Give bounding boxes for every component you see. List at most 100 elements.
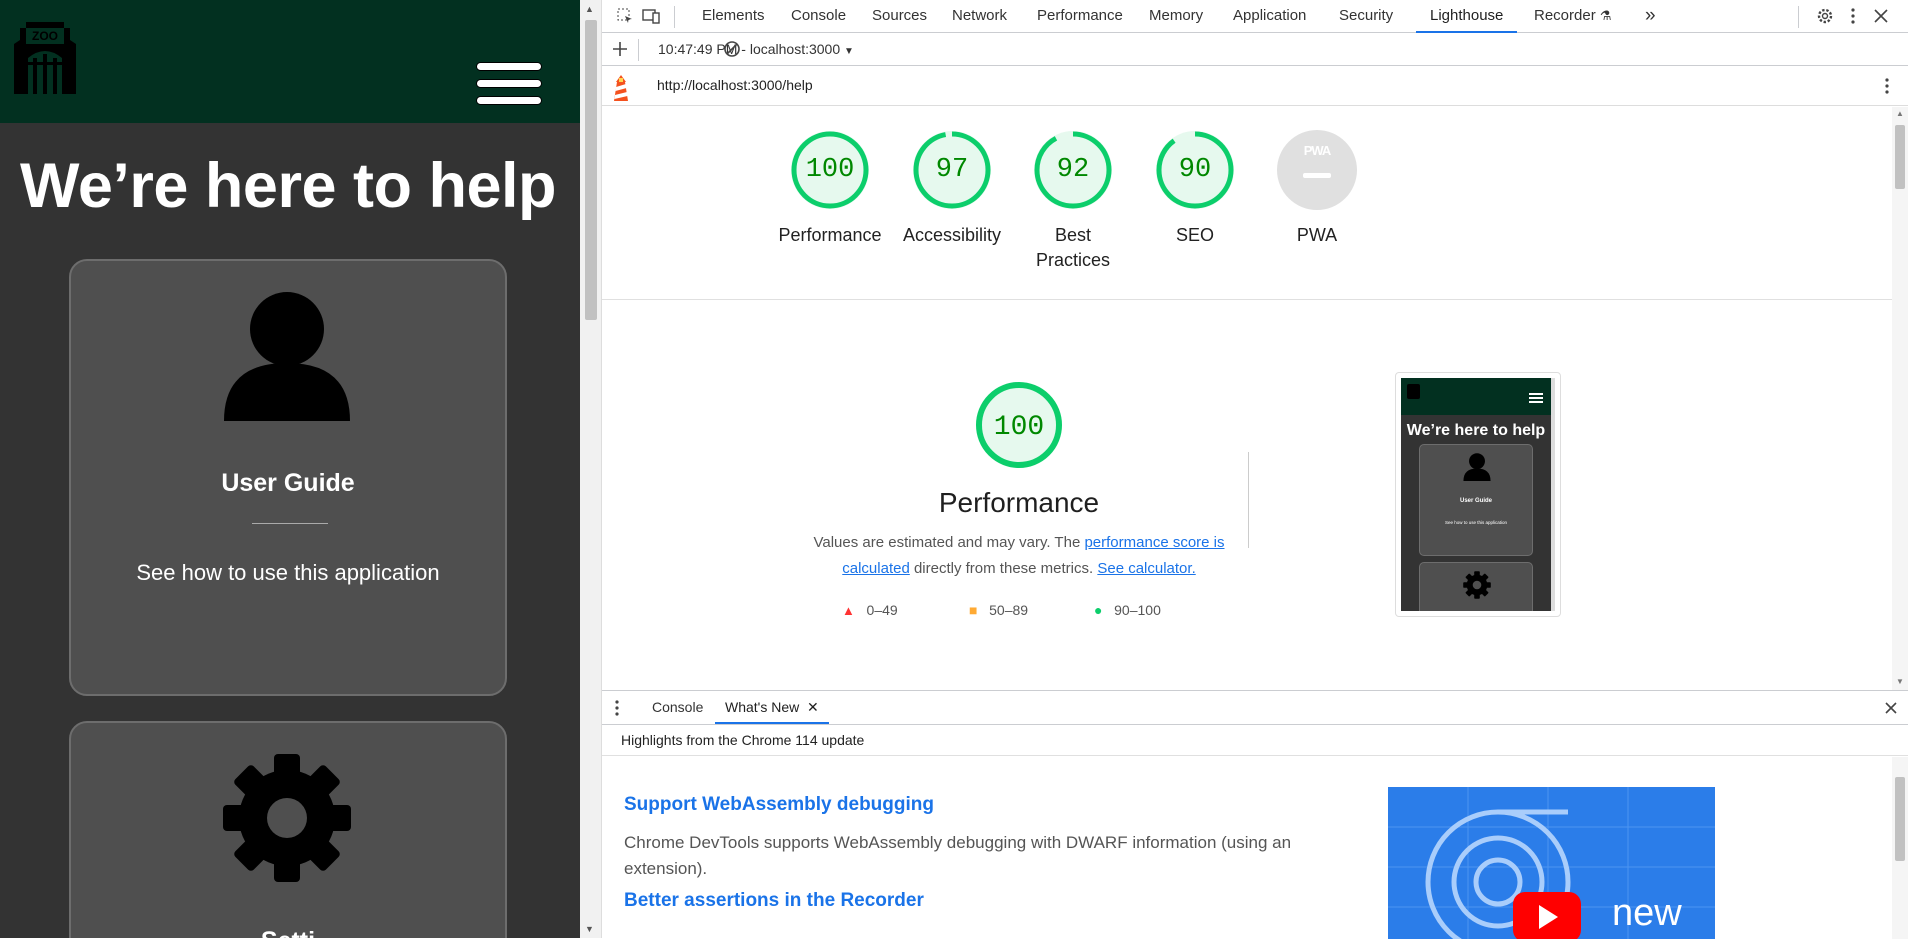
settings-card[interactable]: Setti — [69, 721, 507, 938]
devtools-panel: Elements Console Sources Network Perform… — [602, 0, 1908, 939]
card-title: User Guide — [221, 469, 355, 497]
inspect-element-icon[interactable] — [616, 7, 634, 25]
lighthouse-toolbar: 10:47:49 PM - localhost:3000 ▼ — [602, 33, 1908, 66]
legend-pass: ● 90–100 — [1094, 602, 1161, 618]
legend-range: 50–89 — [989, 602, 1029, 618]
app-viewport: ZOO We’re here to help User Guide See ho… — [0, 0, 580, 938]
legend-range: 0–49 — [866, 602, 898, 618]
whats-new-subheader: Highlights from the Chrome 114 update — [602, 725, 1908, 756]
more-tabs-chevron-icon[interactable]: » — [1645, 0, 1656, 33]
final-screenshot-thumbnail[interactable]: We’re here to help User Guide See how to… — [1395, 372, 1561, 617]
menu-bar — [476, 96, 542, 105]
tab-elements[interactable]: Elements — [702, 0, 765, 33]
performance-score-value: 100 — [994, 412, 1044, 443]
close-tab-icon[interactable]: ✕ — [807, 699, 819, 715]
tab-console[interactable]: Console — [791, 0, 846, 33]
gauge-ring: 100 — [789, 129, 871, 211]
card-description: See how to use this application — [136, 560, 440, 585]
tab-network[interactable]: Network — [952, 0, 1007, 33]
gauge-score-value: 100 — [805, 155, 855, 185]
drawer-tab-label: What's New — [725, 699, 800, 715]
score-gauge-best-practices[interactable]: 92 Best Practices — [1013, 129, 1133, 273]
report-scrollbar[interactable]: ▲ ▼ — [1892, 107, 1908, 690]
gauge-score-value: 90 — [1178, 155, 1212, 185]
gauge-label: SEO — [1175, 225, 1214, 245]
scroll-down-arrow-icon[interactable]: ▼ — [1896, 677, 1904, 686]
more-options-vertical-icon[interactable] — [1844, 7, 1862, 25]
tab-performance[interactable]: Performance — [1037, 0, 1123, 33]
drawer-tab-console[interactable]: Console — [642, 691, 713, 724]
score-gauge-seo[interactable]: 90 SEO — [1135, 129, 1255, 248]
toolbar-separator — [1798, 6, 1799, 28]
tab-application[interactable]: Application — [1233, 0, 1306, 33]
report-url: http://localhost:3000/help — [657, 77, 813, 93]
tab-security[interactable]: Security — [1339, 0, 1393, 33]
thumbnail-scrollbar — [1551, 378, 1555, 611]
thumbnail-gear-icon — [1463, 571, 1491, 599]
tab-recorder-label: Recorder — [1534, 7, 1596, 24]
card-divider — [252, 523, 328, 524]
gauge-label: Performance — [778, 225, 882, 245]
report-menu-icon[interactable] — [1878, 77, 1896, 95]
whats-new-item-title[interactable]: Support WebAssembly debugging — [624, 794, 934, 816]
drawer-tab-whats-new[interactable]: What's New ✕ — [715, 691, 829, 724]
thumbnail-card: User Guide See how to use this applicati… — [1419, 444, 1533, 556]
score-gauge-pwa[interactable]: PWA PWA — [1257, 129, 1377, 248]
close-devtools-icon[interactable] — [1872, 7, 1890, 25]
lighthouse-logo-icon — [614, 75, 628, 101]
thumbnail-menu-icon — [1529, 393, 1543, 403]
card-title: Setti — [71, 927, 505, 938]
report-selector-dropdown[interactable]: 10:47:49 PM - localhost:3000 ▼ — [658, 33, 854, 66]
whats-new-item-title[interactable]: Better assertions in the Recorder — [624, 890, 924, 912]
pwa-badge-text: PWA — [1303, 143, 1332, 158]
scroll-down-arrow-icon[interactable]: ▼ — [585, 924, 594, 934]
hamburger-menu-icon[interactable] — [476, 62, 542, 114]
thumbnail-header — [1401, 378, 1551, 415]
section-divider — [602, 299, 1892, 300]
scroll-up-arrow-icon[interactable]: ▲ — [1896, 109, 1904, 118]
whats-new-video-thumbnail[interactable]: new — [1388, 787, 1715, 939]
see-calculator-link[interactable]: See calculator. — [1097, 560, 1195, 577]
gear-icon — [223, 754, 351, 882]
zoo-logo-icon[interactable]: ZOO — [12, 18, 78, 94]
red-triangle-icon: ▲ — [842, 603, 855, 618]
devtools-drawer: Console What's New ✕ Highlights from the… — [602, 690, 1908, 939]
device-toolbar-icon[interactable] — [642, 7, 660, 25]
score-gauge-performance[interactable]: 100 Performance — [770, 129, 890, 248]
close-drawer-icon[interactable] — [1882, 699, 1900, 717]
scrollbar-thumb[interactable] — [1895, 777, 1905, 861]
thumbnail-user-icon — [1463, 453, 1491, 481]
drawer-scrollbar[interactable] — [1892, 757, 1908, 939]
scroll-up-arrow-icon[interactable]: ▲ — [585, 4, 594, 14]
score-gauge-accessibility[interactable]: 97 Accessibility — [892, 129, 1012, 248]
tab-lighthouse[interactable]: Lighthouse — [1416, 0, 1518, 33]
user-icon — [224, 292, 350, 421]
gauge-score-value: 97 — [935, 155, 969, 185]
toolbar-separator — [674, 6, 675, 28]
gauge-score-value: 92 — [1056, 155, 1090, 185]
video-caption: new — [1612, 892, 1682, 934]
tab-sources[interactable]: Sources — [872, 0, 927, 33]
legend-average: ■ 50–89 — [969, 602, 1028, 618]
page-title: We’re here to help — [20, 151, 556, 221]
lighthouse-report: 100 Performance 97 Accessibility 92 Best Prac… — [602, 107, 1892, 690]
performance-description: Values are estimated and may vary. The p… — [812, 530, 1226, 582]
user-guide-card[interactable]: User Guide See how to use this applicati… — [69, 259, 507, 696]
gauge-label: PWA — [1296, 225, 1338, 245]
clear-reports-icon[interactable] — [723, 40, 741, 58]
green-circle-icon: ● — [1094, 602, 1103, 618]
orange-square-icon: ■ — [969, 602, 978, 618]
new-report-plus-icon[interactable] — [611, 40, 629, 58]
report-selector-value: 10:47:49 PM - localhost:3000 — [658, 41, 841, 57]
settings-gear-icon[interactable] — [1816, 7, 1834, 25]
tab-memory[interactable]: Memory — [1149, 0, 1203, 33]
thumbnail-card-title: User Guide — [1459, 498, 1492, 504]
scrollbar-thumb[interactable] — [1895, 125, 1905, 189]
tab-recorder[interactable]: Recorder ⚗ — [1534, 0, 1612, 33]
performance-score-gauge[interactable]: 100 — [972, 378, 1066, 472]
drawer-menu-icon[interactable] — [608, 699, 626, 717]
page-scrollbar[interactable]: ▲ ▼ — [580, 0, 602, 938]
app-header: ZOO — [0, 0, 580, 123]
scrollbar-thumb[interactable] — [585, 20, 597, 320]
report-url-bar: http://localhost:3000/help — [602, 66, 1908, 106]
